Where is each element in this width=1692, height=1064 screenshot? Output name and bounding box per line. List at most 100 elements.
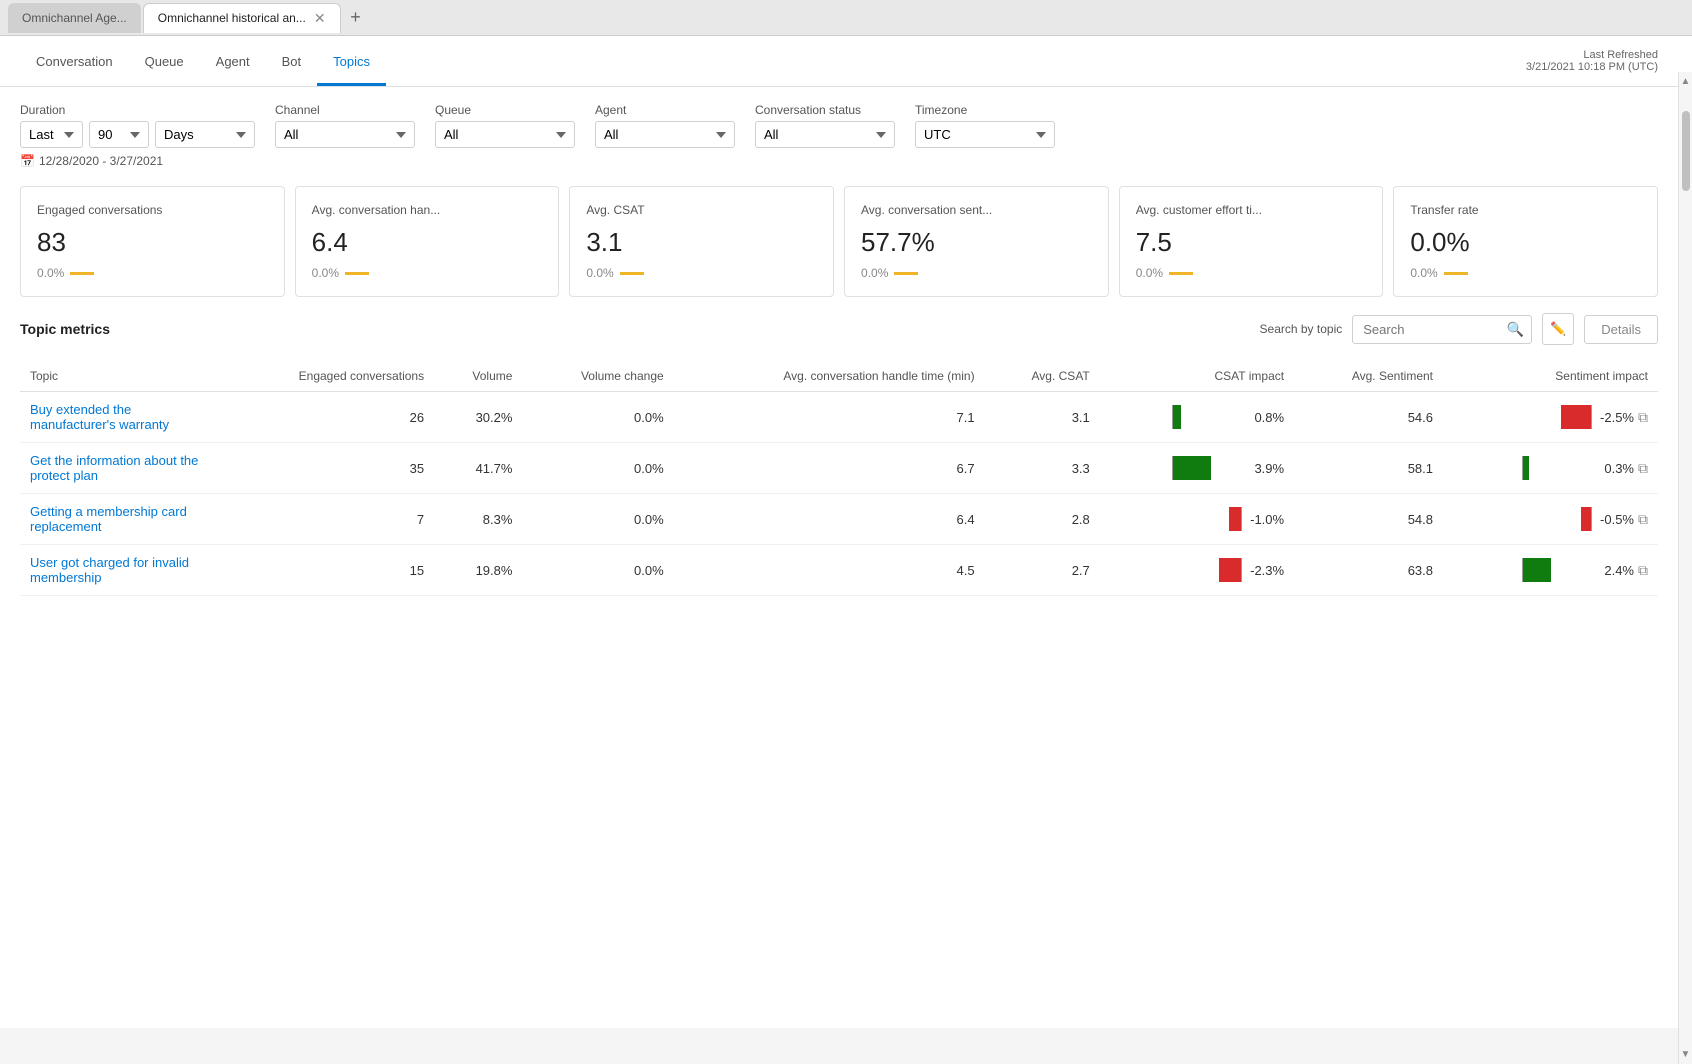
kpi-card-avg_handle: Avg. conversation han... 6.4 0.0% [295,186,560,297]
kpi-title-engaged: Engaged conversations [37,203,268,217]
scroll-down-icon[interactable]: ▼ [1677,1045,1692,1064]
col-header-csat-impact: CSAT impact [1100,361,1294,392]
volume-change-cell: 0.0% [522,443,673,494]
avg-handle-cell: 6.4 [674,494,985,545]
topic-metrics-title: Topic metrics [20,321,110,337]
copy-icon[interactable]: ⧉ [1638,511,1648,528]
kpi-footer-avg_effort: 0.0% [1136,266,1367,280]
engaged-cell: 7 [220,494,434,545]
scroll-thumb[interactable] [1682,111,1690,191]
kpi-footer-transfer_rate: 0.0% [1410,266,1641,280]
volume-change-cell: 0.0% [522,392,673,443]
scrollbar[interactable]: ▲ ▼ [1678,72,1692,1064]
close-icon[interactable]: ✕ [314,10,326,27]
timezone-label: Timezone [915,103,1055,117]
sentiment-impact-cell: 2.4% ⧉ [1443,545,1658,596]
add-tab-button[interactable]: + [343,5,369,31]
plus-icon: + [350,7,361,28]
avg-csat-cell: 3.3 [985,443,1100,494]
kpi-card-transfer_rate: Transfer rate 0.0% 0.0% [1393,186,1658,297]
volume-cell: 30.2% [434,392,522,443]
volume-change-cell: 0.0% [522,545,673,596]
channel-filter: Channel All [275,103,415,148]
kpi-bar-avg_sentiment [894,272,918,275]
copy-icon[interactable]: ⧉ [1638,460,1648,477]
kpi-change-avg_handle: 0.0% [312,266,339,280]
filters-section: Duration Last Days Channel All [0,87,1678,176]
volume-cell: 19.8% [434,545,522,596]
filter-group: Duration Last Days Channel All [20,103,1658,148]
duration-select[interactable]: Last [20,121,83,148]
search-by-topic-label: Search by topic [1260,322,1343,336]
copy-icon[interactable]: ⧉ [1638,409,1648,426]
conversation-status-filter: Conversation status All [755,103,895,148]
last-refreshed-info: Last Refreshed 3/21/2021 10:18 PM (UTC) [1526,49,1658,73]
timezone-select[interactable]: UTC [915,121,1055,148]
date-range-display: 📅 12/28/2020 - 3/27/2021 [20,154,1658,168]
filter-pencil-button[interactable]: ✏️ [1542,313,1574,345]
csat-impact-cell: -1.0% [1100,494,1294,545]
sentiment-impact-cell: 0.3% ⧉ [1443,443,1658,494]
sentiment-impact-val: 0.3% [1596,461,1634,476]
scroll-up-icon[interactable]: ▲ [1677,72,1692,91]
kpi-card-avg_effort: Avg. customer effort ti... 7.5 0.0% [1119,186,1384,297]
csat-impact-val: 0.8% [1246,410,1284,425]
agent-filter: Agent All [595,103,735,148]
nav-item-queue[interactable]: Queue [129,36,200,86]
table-row: User got charged for invalid membership … [20,545,1658,596]
tab-omnichannel-historical[interactable]: Omnichannel historical an... ✕ [143,3,341,33]
kpi-value-engaged: 83 [37,227,268,258]
col-header-sentiment-impact: Sentiment impact [1443,361,1658,392]
engaged-cell: 35 [220,443,434,494]
kpi-title-avg_csat: Avg. CSAT [586,203,817,217]
kpi-value-avg_effort: 7.5 [1136,227,1367,258]
kpi-value-avg_handle: 6.4 [312,227,543,258]
topic-name-cell: User got charged for invalid membership [20,545,220,596]
nav-item-topics[interactable]: Topics [317,36,386,86]
csat-impact-val: 3.9% [1246,461,1284,476]
csat-impact-cell: 3.9% [1100,443,1294,494]
topic-metrics-header: Topic metrics Search by topic 🔍 ✏️ Detai… [20,313,1658,345]
avg-handle-cell: 7.1 [674,392,985,443]
sentiment-impact-val: -0.5% [1596,512,1634,527]
queue-label: Queue [435,103,575,117]
col-header-avg-handle: Avg. conversation handle time (min) [674,361,985,392]
conversation-status-select[interactable]: All [755,121,895,148]
tab-omnichannel-agent[interactable]: Omnichannel Age... [8,3,141,33]
duration-num-input[interactable] [89,121,149,148]
volume-cell: 41.7% [434,443,522,494]
topic-name-cell: Getting a membership card replacement [20,494,220,545]
kpi-cards-row: Engaged conversations 83 0.0% Avg. conve… [0,176,1678,313]
channel-select[interactable]: All [275,121,415,148]
timezone-filter: Timezone UTC [915,103,1055,148]
csat-impact-val: -2.3% [1246,563,1284,578]
kpi-bar-avg_csat [620,272,644,275]
duration-unit-select[interactable]: Days [155,121,255,148]
kpi-change-transfer_rate: 0.0% [1410,266,1437,280]
top-navigation: Conversation Queue Agent Bot Topics Last… [0,36,1678,87]
details-button[interactable]: Details [1584,315,1658,344]
kpi-footer-avg_sentiment: 0.0% [861,266,1092,280]
pencil-icon: ✏️ [1550,321,1566,337]
queue-filter: Queue All [435,103,575,148]
kpi-bar-avg_handle [345,272,369,275]
agent-select[interactable]: All [595,121,735,148]
table-row: Buy extended the manufacturer's warranty… [20,392,1658,443]
avg-csat-cell: 3.1 [985,392,1100,443]
copy-icon[interactable]: ⧉ [1638,562,1648,579]
kpi-change-avg_effort: 0.0% [1136,266,1163,280]
kpi-change-avg_csat: 0.0% [586,266,613,280]
nav-item-agent[interactable]: Agent [200,36,266,86]
topic-metrics-section: Topic metrics Search by topic 🔍 ✏️ Detai… [0,313,1678,616]
queue-select[interactable]: All [435,121,575,148]
sentiment-impact-cell: -2.5% ⧉ [1443,392,1658,443]
duration-controls: Last Days [20,121,255,148]
tab-label: Omnichannel Age... [22,11,127,25]
col-header-avg-csat: Avg. CSAT [985,361,1100,392]
nav-item-bot[interactable]: Bot [266,36,318,86]
conversation-status-label: Conversation status [755,103,895,117]
csat-impact-cell: -2.3% [1100,545,1294,596]
nav-item-conversation[interactable]: Conversation [20,36,129,86]
kpi-footer-avg_handle: 0.0% [312,266,543,280]
search-input[interactable] [1352,315,1532,344]
